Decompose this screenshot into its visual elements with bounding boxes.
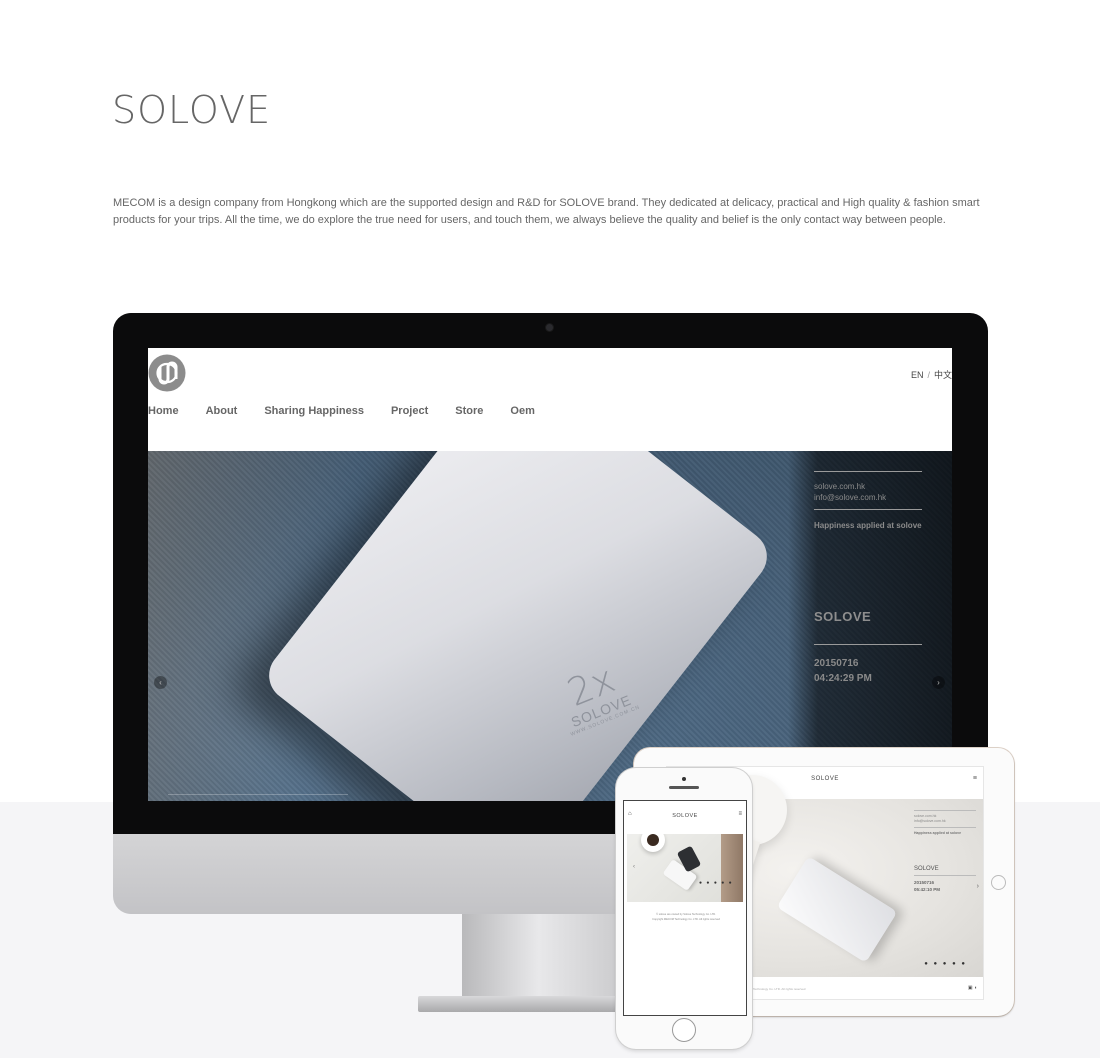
language-switcher: EN / 中文 (911, 368, 952, 381)
lang-en[interactable]: EN (911, 370, 924, 380)
iphone-home-button (672, 1018, 696, 1042)
nav-sharing-happiness[interactable]: Sharing Happiness (264, 405, 364, 417)
nav-oem[interactable]: Oem (510, 405, 534, 417)
slider-dots[interactable]: ● ● ● ● ● (699, 880, 733, 886)
prev-arrow-icon[interactable]: ‹ (154, 676, 167, 689)
info-tagline: Happiness applied at solove (814, 521, 922, 530)
tablet-info-title: SOLOVE (914, 866, 939, 872)
camera-icon (682, 777, 686, 781)
next-arrow-icon[interactable]: › (977, 883, 979, 890)
divider (914, 875, 976, 876)
menu-icon[interactable]: ≡ (973, 775, 977, 782)
phone-website-screen: ⌂ SOLOVE ≡ ‹ ● ● ● ● ● © solove are owne… (623, 800, 747, 1016)
info-date: 20150716 (814, 658, 859, 669)
slider-progress (168, 794, 348, 795)
tablet-info-tagline: Happiness applied at solove (914, 831, 962, 835)
camera-icon (546, 324, 553, 331)
nav-about[interactable]: About (206, 405, 238, 417)
main-nav: Home About Sharing Happiness Project Sto… (148, 405, 562, 417)
lang-zh[interactable]: 中文 (934, 370, 952, 380)
nav-project[interactable]: Project (391, 405, 428, 417)
slider-dots[interactable]: ● ● ● ● ● (924, 961, 967, 967)
divider (814, 509, 922, 510)
info-title: SOLOVE (814, 609, 872, 624)
phone-header: ⌂ SOLOVE ≡ (624, 801, 746, 829)
phone-text-line: © solove are owned by Solove Technology … (656, 913, 716, 916)
footer-icons[interactable]: ▣ ◖ (968, 985, 977, 991)
phone-hero: ‹ ● ● ● ● ● (627, 834, 743, 902)
divider (814, 471, 922, 472)
intro-paragraph: MECOM is a design company from Hongkong … (113, 197, 980, 226)
site-header: EN / 中文 Home About Sharing Happiness Proje… (148, 348, 952, 451)
desktop-website-screen: EN / 中文 Home About Sharing Happiness Proje… (148, 348, 952, 801)
speaker-grille (669, 786, 699, 789)
iphone-device: ⌂ SOLOVE ≡ ‹ ● ● ● ● ● © solove are owne… (616, 768, 752, 1049)
page-title: SOLOVE (112, 88, 272, 132)
phone-text-line: Copyright MECOM Technology Co. LTD. All … (652, 918, 720, 921)
info-datetime: 20150716 04:24:29 PM (814, 656, 872, 686)
cloth-image (721, 834, 743, 902)
nav-store[interactable]: Store (455, 405, 483, 417)
tablet-info-time: 05:42:10 PM (914, 887, 941, 892)
menu-icon[interactable]: ≡ (738, 811, 742, 817)
divider (914, 810, 976, 811)
prev-arrow-icon[interactable]: ‹ (633, 864, 635, 870)
tablet-info-email: info@solove.com.hk (914, 819, 946, 823)
phone-logo[interactable]: SOLOVE (624, 813, 746, 819)
imac-stand-neck (462, 913, 632, 1003)
tablet-info-date: 20150716 (914, 880, 935, 885)
solove-logo-icon[interactable] (148, 354, 186, 392)
divider (914, 827, 976, 828)
info-site: solove.com.hk (814, 482, 866, 491)
info-email: info@solove.com.hk (814, 493, 887, 502)
lang-separator: / (927, 370, 930, 380)
ipad-home-button (991, 875, 1006, 890)
coffee-image (647, 834, 659, 846)
info-time: 04:24:29 PM (814, 673, 872, 684)
tablet-info-panel: solove.com.hk info@solove.com.hk Happine… (914, 807, 976, 893)
power-bank-image (776, 856, 898, 963)
divider (814, 644, 922, 645)
nav-home[interactable]: Home (148, 405, 179, 417)
next-arrow-icon[interactable]: › (932, 676, 945, 689)
